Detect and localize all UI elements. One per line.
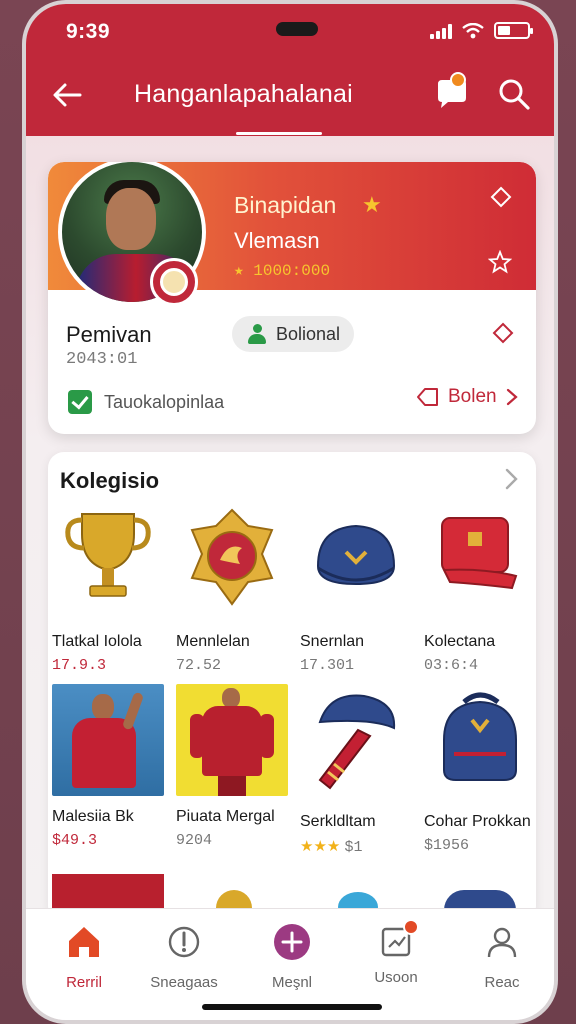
item-value: 72.52 <box>176 657 222 674</box>
profile-id: 2043:01 <box>66 350 138 369</box>
top-bar: Hanganlapahalanai <box>26 72 554 116</box>
item-value: 17.301 <box>300 657 355 674</box>
chevron-right-icon <box>506 388 518 406</box>
item-name: Snernlan <box>300 633 365 650</box>
nav-label: Reac <box>484 974 520 991</box>
home-indicator <box>202 1004 382 1010</box>
backpack-icon <box>443 692 517 781</box>
star-outline-icon[interactable] <box>488 250 512 274</box>
profile-card: Binapidan ★ Vlemasn ★ 1000:000 Pemivan 2… <box>48 162 536 434</box>
rating-stars: ★★★ <box>300 838 341 855</box>
item-value: $1956 <box>424 837 470 854</box>
collection-item-partial[interactable] <box>216 890 252 910</box>
star-icon: ★ <box>362 192 382 217</box>
chevron-right-icon[interactable] <box>500 466 522 492</box>
nav-label: Sneagaas <box>150 974 218 991</box>
wifi-icon <box>462 22 484 38</box>
camera-notch <box>276 22 318 36</box>
cap-scarf-icon <box>318 694 396 790</box>
person-icon <box>248 324 266 344</box>
profile-icon <box>487 927 517 958</box>
diamond-outline-icon[interactable] <box>492 322 514 344</box>
collection-item-backpack[interactable]: Cohar Prokkan $1956 <box>424 684 540 854</box>
item-name: Serkldltam <box>300 813 376 830</box>
phone-screen: 9:39 Hanganlapahalanai Binapidan ★ Vlema… <box>22 0 558 1024</box>
signal-icon <box>430 23 452 39</box>
collection-item-medal[interactable]: Mennlelan 72.52 <box>176 504 292 674</box>
notes-icon <box>377 919 419 961</box>
item-name: Piuata Mergal <box>176 808 275 825</box>
check-icon <box>68 390 92 414</box>
banner-name: Binapidan <box>234 192 337 218</box>
club-badge-icon <box>150 258 198 306</box>
home-icon <box>69 927 99 957</box>
nav-item-home[interactable]: Rerril <box>36 923 132 991</box>
status-time: 9:39 <box>66 20 111 43</box>
follow-button[interactable]: Bolen <box>416 386 519 408</box>
nav-label: Usoon <box>374 969 418 986</box>
item-value: 17.9.3 <box>52 657 107 674</box>
nav-item-add[interactable]: Meşnl <box>244 923 340 991</box>
item-value: $49.3 <box>52 832 98 849</box>
main-content: Binapidan ★ Vlemasn ★ 1000:000 Pemivan 2… <box>26 136 554 922</box>
follow-label: Bolen <box>448 386 497 407</box>
tag-icon <box>417 388 438 406</box>
app-header: 9:39 Hanganlapahalanai <box>26 4 554 136</box>
item-value: 03:6:4 <box>424 657 479 674</box>
profile-label: Pemivan <box>66 322 152 347</box>
trophy-icon <box>65 513 151 597</box>
notification-badge <box>403 919 419 935</box>
page-title: Hanganlapahalanai <box>134 80 353 108</box>
item-value: 9204 <box>176 832 213 849</box>
collection-item-trophy[interactable]: Tlatkal Iolola 17.9.3 <box>52 504 168 674</box>
collection-item-bag[interactable]: Kolectana 03:6:4 <box>424 504 540 674</box>
chat-badge <box>450 72 466 88</box>
collection-title: Kolegisio <box>60 468 160 493</box>
nav-item-notes[interactable]: Usoon <box>348 919 444 986</box>
nav-item-alerts[interactable]: Sneagaas <box>136 923 232 991</box>
verified-text: Tauokalopinlaa <box>104 391 225 412</box>
nav-label: Meşnl <box>271 974 312 991</box>
header-tab-indicator <box>236 132 322 135</box>
nav-item-profile[interactable]: Reac <box>454 923 550 991</box>
collection-item-partial[interactable] <box>444 890 516 910</box>
cap-icon <box>316 524 396 586</box>
banner-subtitle: Vlemasn <box>234 228 320 253</box>
verified-row: Tauokalopinlaa <box>68 390 224 414</box>
collection-item-player-card[interactable]: Malesiia Bk $49.3 <box>52 684 168 849</box>
collection-item-cap[interactable]: Snernlan 17.301 <box>300 504 416 674</box>
diamond-icon[interactable] <box>490 186 512 208</box>
collection-item-cap-scarf[interactable]: Serkldltam ★★★ $1 <box>300 684 416 856</box>
back-arrow-icon[interactable] <box>50 78 84 112</box>
banner-rating: ★ 1000:000 <box>234 262 331 280</box>
medal-icon <box>190 508 274 606</box>
bag-icon <box>441 517 518 590</box>
alert-icon <box>168 926 200 958</box>
status-icons <box>430 22 533 39</box>
item-name: Tlatkal Iolola <box>52 633 142 650</box>
battery-icon <box>494 22 533 39</box>
status-bar: 9:39 <box>26 18 554 48</box>
player-photo-icon <box>52 684 164 796</box>
item-name: Kolectana <box>424 633 496 650</box>
nav-label: Rerril <box>66 974 102 991</box>
jersey-icon <box>176 684 288 796</box>
plus-icon <box>274 924 310 960</box>
item-name: Cohar Prokkan <box>424 813 531 830</box>
item-name: Mennlelan <box>176 633 250 650</box>
search-icon[interactable] <box>496 76 532 112</box>
status-chip[interactable]: Bolional <box>232 316 354 352</box>
item-value: $1 <box>344 839 363 856</box>
item-rating: ★★★ $1 <box>300 837 416 856</box>
status-chip-label: Bolional <box>276 323 341 344</box>
item-name: Malesiia Bk <box>52 808 134 825</box>
collection-item-jersey[interactable]: Piuata Mergal 9204 <box>176 684 292 849</box>
collection-section: Kolegisio Tlatkal Iolola 17.9.3 Mennlela… <box>48 452 536 922</box>
